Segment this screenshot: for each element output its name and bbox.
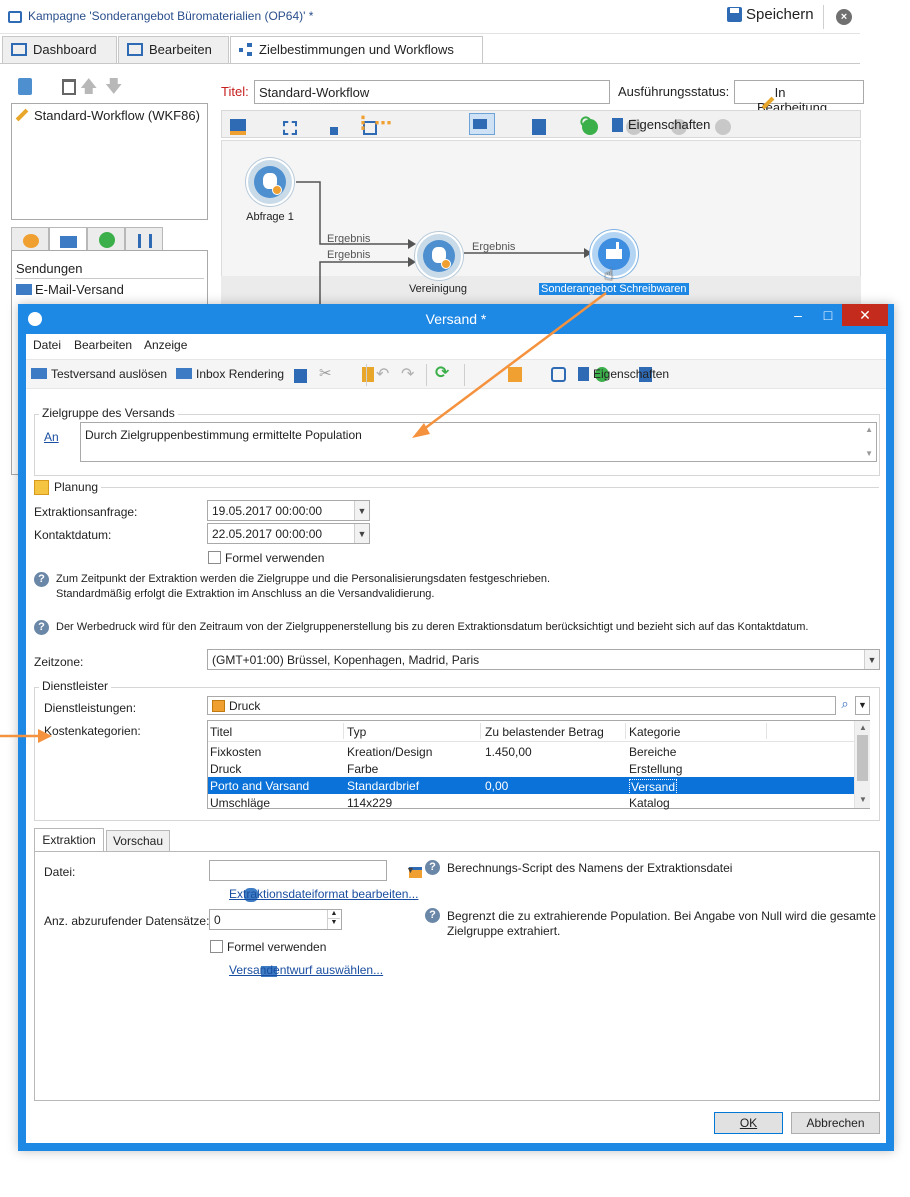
annotation-arrowhead <box>38 729 52 743</box>
annotation-arrows <box>0 291 607 743</box>
annotation-arrow-line <box>419 291 607 434</box>
